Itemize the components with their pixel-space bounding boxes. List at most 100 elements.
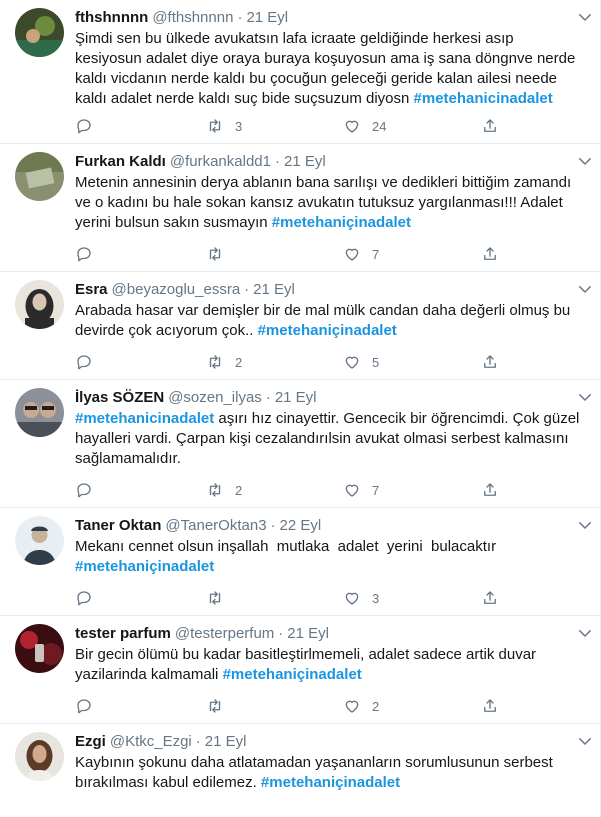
chevron-down-icon[interactable] (576, 280, 594, 298)
share-button[interactable] (481, 352, 499, 372)
reply-button[interactable] (75, 480, 104, 500)
chevron-down-icon[interactable] (576, 516, 594, 534)
chevron-down-icon[interactable] (576, 624, 594, 642)
reply-button[interactable] (75, 588, 104, 608)
avatar[interactable] (15, 152, 64, 201)
avatar[interactable] (15, 8, 64, 57)
retweet-button[interactable] (206, 244, 235, 264)
tweet-text: Metenin annesinin derya ablanın bana sar… (75, 173, 582, 233)
tweet-header: Furkan Kaldı @furkankaldd1 · 21 Eyl (75, 152, 586, 172)
user-handle[interactable]: @testerperfum (175, 625, 274, 642)
tweet-actions: 3 (75, 588, 505, 608)
user-name[interactable]: İlyas SÖZEN (75, 389, 164, 406)
hashtag-link[interactable]: #metehaniçinadalet (258, 322, 397, 339)
retweet-icon (209, 119, 221, 133)
user-handle[interactable]: @sozen_ilyas (168, 389, 262, 406)
retweet-button[interactable] (206, 696, 235, 716)
hashtag-link[interactable]: #metehanicinadalet (75, 410, 214, 427)
reply-button[interactable] (75, 696, 104, 716)
share-button[interactable] (481, 588, 499, 608)
like-count: 3 (372, 590, 380, 606)
reply-button[interactable] (75, 116, 104, 136)
heart-icon (345, 700, 359, 713)
tweet[interactable]: Esra @beyazoglu_essra · 21 Eyl Arabada hasa… (0, 272, 600, 380)
share-button[interactable] (481, 480, 499, 500)
tweet-text: Mekanı cennet olsun inşallah mutlaka ada… (75, 537, 582, 577)
retweet-button[interactable] (206, 588, 235, 608)
avatar[interactable] (15, 516, 64, 565)
avatar[interactable] (15, 388, 64, 437)
separator-dot: · (244, 281, 250, 298)
like-button[interactable]: 3 (343, 588, 379, 608)
retweet-icon (209, 591, 221, 605)
separator-dot: · (270, 517, 276, 534)
reply-button[interactable] (75, 352, 104, 372)
user-name[interactable]: tester parfum (75, 625, 171, 642)
tweet[interactable]: Taner Oktan @TanerOktan3 · 22 Eyl Mekanı ce… (0, 508, 600, 616)
tweet-actions: 2 (75, 696, 505, 716)
user-name[interactable]: fthshnnnn (75, 9, 148, 26)
tweet-text: Kaybının şokunu daha atlatamadan yaşanan… (75, 753, 582, 793)
like-button[interactable]: 24 (343, 116, 386, 136)
hashtag-link[interactable]: #metehaniçinadalet (261, 774, 400, 791)
tweet-header: tester parfum @testerperfum · 21 Eyl (75, 624, 586, 644)
heart-icon (345, 248, 359, 261)
tweet-date[interactable]: 21 Eyl (253, 281, 295, 298)
user-handle[interactable]: @fthshnnnn (152, 9, 233, 26)
like-button[interactable]: 7 (343, 244, 379, 264)
heart-icon (345, 484, 359, 497)
reply-icon (77, 247, 91, 262)
user-name[interactable]: Furkan Kaldı (75, 153, 166, 170)
share-button[interactable] (481, 116, 499, 136)
like-button[interactable]: 7 (343, 480, 379, 500)
share-button[interactable] (481, 244, 499, 264)
tweet-text: #metehanicinadalet aşırı hız cinayettir.… (75, 409, 582, 469)
chevron-down-icon[interactable] (576, 152, 594, 170)
hashtag-link[interactable]: #metehaniçinadalet (272, 214, 411, 231)
tweet-date[interactable]: 21 Eyl (287, 625, 329, 642)
retweet-button[interactable]: 2 (206, 480, 242, 500)
avatar[interactable] (15, 732, 64, 781)
tweet[interactable]: fthshnnnn @fthshnnnn · 21 Eyl Şimdi sen bu … (0, 0, 600, 144)
retweet-button[interactable]: 3 (206, 116, 242, 136)
retweet-button[interactable]: 2 (206, 352, 242, 372)
like-button[interactable]: 2 (343, 696, 379, 716)
tweet[interactable]: İlyas SÖZEN @sozen_ilyas · 21 Eyl #metehani… (0, 380, 600, 508)
hashtag-link[interactable]: #metehanicinadalet (414, 90, 553, 107)
user-name[interactable]: Ezgi (75, 733, 106, 750)
user-name[interactable]: Taner Oktan (75, 517, 161, 534)
tweet-date[interactable]: 21 Eyl (284, 153, 326, 170)
tweet-date[interactable]: 21 Eyl (205, 733, 247, 750)
share-button[interactable] (481, 696, 499, 716)
tweet-text: Şimdi sen bu ülkede avukatsın lafa icraa… (75, 29, 582, 109)
tweet[interactable]: Furkan Kaldı @furkankaldd1 · 21 Eyl Metenin… (0, 144, 600, 272)
tweet-date[interactable]: 21 Eyl (275, 389, 317, 406)
reply-icon (77, 699, 91, 714)
reply-button[interactable] (75, 244, 104, 264)
user-name[interactable]: Esra (75, 281, 108, 298)
tweet-header: Ezgi @Ktkc_Ezgi · 21 Eyl (75, 732, 586, 752)
hashtag-link[interactable]: #metehaniçinadalet (75, 558, 214, 575)
user-handle[interactable]: @Ktkc_Ezgi (110, 733, 192, 750)
like-button[interactable]: 5 (343, 352, 379, 372)
avatar[interactable] (15, 624, 64, 673)
hashtag-link[interactable]: #metehaniçinadalet (223, 666, 362, 683)
retweet-icon (209, 247, 221, 261)
chevron-down-icon[interactable] (576, 8, 594, 26)
user-handle[interactable]: @furkankaldd1 (170, 153, 271, 170)
retweet-count: 3 (235, 118, 243, 134)
tweet-date[interactable]: 21 Eyl (246, 9, 288, 26)
user-handle[interactable]: @beyazoglu_essra (112, 281, 241, 298)
user-handle[interactable]: @TanerOktan3 (165, 517, 266, 534)
avatar[interactable] (15, 280, 64, 329)
tweet-date[interactable]: 22 Eyl (280, 517, 322, 534)
chevron-down-icon[interactable] (576, 388, 594, 406)
share-icon (484, 119, 496, 132)
retweet-count: 2 (235, 482, 243, 498)
share-icon (484, 591, 496, 604)
chevron-down-icon[interactable] (576, 732, 594, 750)
separator-dot: · (237, 9, 243, 26)
tweet[interactable]: tester parfum @testerperfum · 21 Eyl Bir ge… (0, 616, 600, 724)
tweet[interactable]: Ezgi @Ktkc_Ezgi · 21 Eyl Kaybının şokunu da… (0, 724, 600, 817)
separator-dot: · (278, 625, 284, 642)
